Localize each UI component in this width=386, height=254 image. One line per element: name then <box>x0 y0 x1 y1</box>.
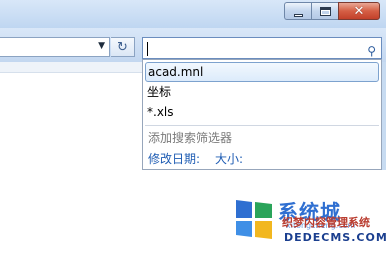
search-input[interactable]: ⚲ <box>142 37 382 59</box>
search-icon[interactable]: ⚲ <box>367 41 376 61</box>
chevron-down-icon[interactable]: ▼ <box>98 41 105 51</box>
window-titlebar: ✕ <box>0 0 386 28</box>
suggestion-label: acad.mnl <box>148 65 204 79</box>
suggestion-item[interactable]: *.xls <box>145 102 379 122</box>
maximize-icon <box>319 6 331 16</box>
close-icon: ✕ <box>353 3 365 19</box>
suggestion-label: 坐标 <box>147 85 172 99</box>
address-bar[interactable]: ▼ <box>0 37 110 57</box>
filter-size-link[interactable]: 大小: <box>215 150 243 167</box>
refresh-button[interactable]: ↻ <box>111 37 135 57</box>
search-filter-header: 添加搜索筛选器 <box>148 131 233 145</box>
text-caret <box>147 41 148 56</box>
suggestion-item[interactable]: acad.mnl <box>145 62 379 82</box>
divider <box>145 125 379 126</box>
watermark-site-name: 织梦内容管理系统 <box>282 216 370 229</box>
column-header-strip <box>0 62 142 73</box>
suggestion-label: *.xls <box>147 105 174 119</box>
caption-buttons: ✕ <box>284 2 380 20</box>
minimize-icon <box>293 13 303 17</box>
file-list-pane <box>0 62 142 254</box>
suggestion-item[interactable]: 坐标 <box>145 82 379 102</box>
minimize-button[interactable] <box>284 2 311 20</box>
refresh-icon: ↻ <box>117 39 128 55</box>
search-suggestions-dropdown: acad.mnl 坐标 *.xls 添加搜索筛选器 修改日期: 大小: <box>142 59 382 170</box>
maximize-button[interactable] <box>311 2 338 20</box>
filter-date-modified-link[interactable]: 修改日期: <box>148 150 200 167</box>
watermark-logo-icon <box>236 200 272 239</box>
close-button[interactable]: ✕ <box>338 2 380 20</box>
watermark-url: DEDECMS.COM <box>284 231 386 244</box>
